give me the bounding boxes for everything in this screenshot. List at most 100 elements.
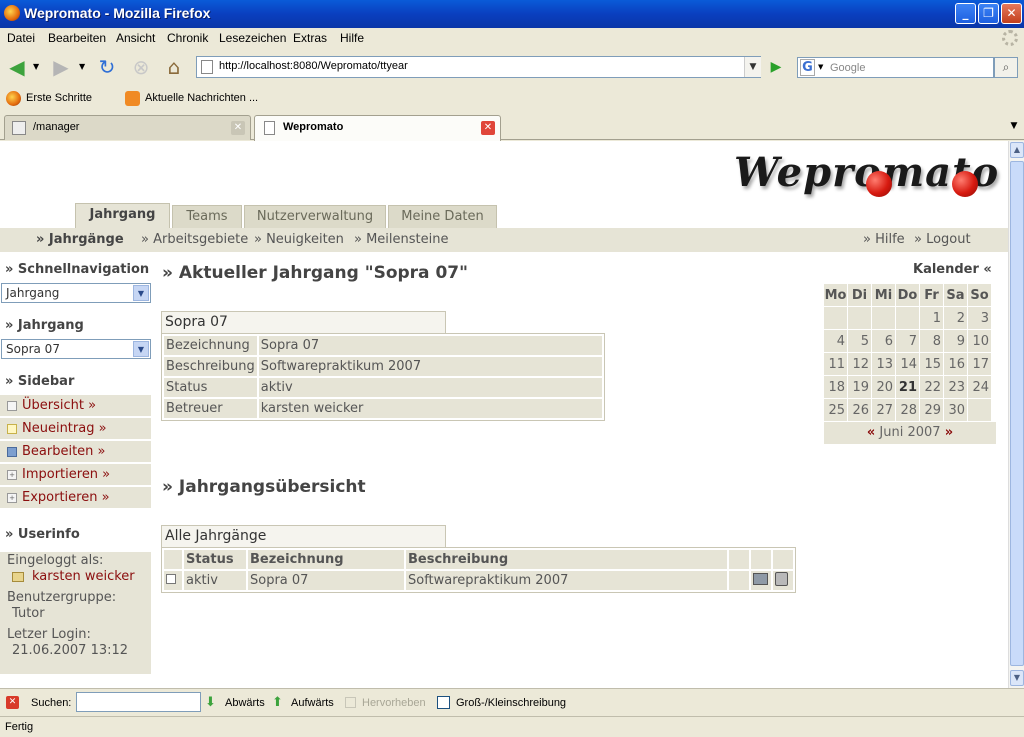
action-column-header xyxy=(773,550,793,569)
home-icon[interactable]: ⌂ xyxy=(161,54,187,80)
calendar-day: 18 xyxy=(824,376,847,398)
url-dropdown-icon[interactable]: ▼ xyxy=(744,57,761,77)
subnav-arbeitsgebiete[interactable]: » Arbeitsgebiete xyxy=(141,232,248,247)
tab-meine-daten[interactable]: Meine Daten xyxy=(388,205,497,228)
trash-icon[interactable] xyxy=(775,571,788,586)
calendar-day: 17 xyxy=(968,353,991,375)
menu-bearbeiten[interactable]: Bearbeiten xyxy=(48,31,106,45)
arrow-down-icon: ⬇ xyxy=(205,694,216,709)
menu-lesezeichen[interactable]: Lesezeichen xyxy=(219,31,286,45)
close-tab-icon[interactable]: ✕ xyxy=(481,121,495,135)
vertical-scrollbar[interactable]: ▲ ▼ xyxy=(1008,141,1024,688)
table-row: Status aktiv xyxy=(164,378,602,397)
tab-wepromato[interactable]: Wepromato ✕ xyxy=(254,115,501,141)
detail-value: Sopra 07 xyxy=(258,336,602,355)
subnav-meilensteine[interactable]: » Meilensteine xyxy=(354,232,448,247)
sidebar-item-label: Exportieren » xyxy=(22,490,110,505)
calendar-day: 12 xyxy=(848,353,871,375)
highlight-button[interactable]: Hervorheben xyxy=(362,697,426,709)
bookmark-erste-schritte[interactable]: Erste Schritte xyxy=(26,92,92,104)
calendar-day: 19 xyxy=(848,376,871,398)
sidebar-item-label: Neueintrag » xyxy=(22,421,107,436)
find-up-button[interactable]: Aufwärts xyxy=(291,697,334,709)
close-tab-icon[interactable]: ✕ xyxy=(231,121,245,135)
calendar-weekday-row: Mo Di Mi Do Fr Sa So xyxy=(824,284,991,306)
sidebar-item-exportieren[interactable]: + Exportieren » xyxy=(0,487,151,509)
forward-icon[interactable]: ▶ xyxy=(48,54,74,80)
menu-hilfe[interactable]: Hilfe xyxy=(340,31,364,45)
weekday-mi: Mi xyxy=(872,284,895,306)
jahrgang-heading: » Jahrgang xyxy=(5,318,84,333)
calendar-day: 13 xyxy=(872,353,895,375)
calendar-day: 1 xyxy=(920,307,943,329)
minimize-button[interactable]: _ xyxy=(955,3,976,24)
forward-dropdown-icon[interactable]: ▼ xyxy=(79,62,85,71)
bookmark-aktuelle-nachrichten[interactable]: Aktuelle Nachrichten ... xyxy=(145,92,258,104)
tomato-icon xyxy=(952,171,978,197)
page-icon xyxy=(12,121,26,135)
schnellnavigation-select[interactable]: Jahrgang ▼ xyxy=(1,283,151,303)
sidebar-item-neueintrag[interactable]: Neueintrag » xyxy=(0,418,151,440)
search-engine-selector[interactable]: G ▼ xyxy=(797,57,827,78)
calendar-day: 27 xyxy=(872,399,895,421)
url-text[interactable]: http://localhost:8080/Wepromato/ttyear xyxy=(219,60,408,72)
scroll-up-icon[interactable]: ▲ xyxy=(1010,142,1024,158)
sub-navigation: » Jahrgänge » Arbeitsgebiete » Neuigkeit… xyxy=(0,228,1008,252)
row-checkbox[interactable] xyxy=(166,574,176,584)
sidebar-item-uebersicht[interactable]: Übersicht » xyxy=(0,395,151,417)
subnav-jahrgaenge[interactable]: » Jahrgänge xyxy=(36,232,124,247)
menu-chronik[interactable]: Chronik xyxy=(167,31,208,45)
menu-ansicht[interactable]: Ansicht xyxy=(116,31,155,45)
edit-icon xyxy=(7,447,17,457)
tab-jahrgang[interactable]: Jahrgang xyxy=(75,203,170,228)
calendar-prev-month[interactable]: « xyxy=(867,425,875,440)
menu-datei[interactable]: Datei xyxy=(7,31,35,45)
sidebar-item-bearbeiten[interactable]: Bearbeiten » xyxy=(0,441,151,463)
jahrgang-select[interactable]: Sopra 07 ▼ xyxy=(1,339,151,359)
url-bar[interactable]: http://localhost:8080/Wepromato/ttyear xyxy=(196,56,761,78)
tab-list-icon[interactable]: ▼ xyxy=(1004,115,1024,137)
go-icon[interactable]: ▶ xyxy=(765,57,787,77)
subnav-neuigkeiten[interactable]: » Neuigkeiten xyxy=(254,232,344,247)
find-input[interactable] xyxy=(76,692,201,712)
scroll-down-icon[interactable]: ▼ xyxy=(1010,670,1024,686)
calendar-day: 20 xyxy=(872,376,895,398)
status-bar: Fertig xyxy=(0,716,1024,737)
row-name: Sopra 07 xyxy=(248,571,404,590)
tab-teams[interactable]: Teams xyxy=(172,205,242,228)
search-icon[interactable]: ⌕ xyxy=(994,57,1018,78)
tomato-icon xyxy=(866,171,892,197)
case-sensitive-checkbox[interactable] xyxy=(437,696,450,709)
action-column-header xyxy=(729,550,749,569)
reload-icon[interactable]: ↻ xyxy=(94,54,120,80)
calendar-next-month[interactable]: » xyxy=(945,425,953,440)
maximize-button[interactable]: ❐ xyxy=(978,3,999,24)
stop-icon[interactable]: ⊗ xyxy=(128,54,154,80)
schnellnavigation-value: Jahrgang xyxy=(6,286,60,300)
tab-manager[interactable]: /manager ✕ xyxy=(4,115,251,140)
open-folder-icon[interactable] xyxy=(753,572,768,585)
subnav-hilfe[interactable]: » Hilfe xyxy=(863,232,905,247)
back-dropdown-icon[interactable]: ▼ xyxy=(33,62,39,71)
all-years-box-title-text: Alle Jahrgänge xyxy=(165,528,267,544)
back-icon[interactable]: ◀ xyxy=(4,54,30,80)
close-button[interactable]: ✕ xyxy=(1001,3,1022,24)
overview-icon xyxy=(7,401,17,411)
browser-tab-strip: /manager ✕ Wepromato ✕ xyxy=(0,112,1024,141)
detail-value: karsten weicker xyxy=(258,399,602,418)
sidebar-item-importieren[interactable]: + Importieren » xyxy=(0,464,151,486)
tab-nutzerverwaltung[interactable]: Nutzerverwaltung xyxy=(244,205,386,228)
menu-extras[interactable]: Extras xyxy=(293,31,327,45)
window-title-bar[interactable]: Wepromato - Mozilla Firefox _ ❐ ✕ xyxy=(0,0,1024,28)
table-header-row: Status Bezeichnung Beschreibung xyxy=(164,550,793,569)
find-down-button[interactable]: Abwärts xyxy=(225,697,265,709)
subnav-logout[interactable]: » Logout xyxy=(914,232,971,247)
page-icon xyxy=(264,121,275,135)
years-table: Status Bezeichnung Beschreibung aktiv So… xyxy=(161,547,796,593)
calendar-week-row: 18 19 20 21 22 23 24 xyxy=(824,376,991,398)
search-input[interactable]: Google xyxy=(826,57,994,78)
scrollbar-thumb[interactable] xyxy=(1010,161,1024,666)
close-find-icon[interactable]: ✕ xyxy=(6,696,19,709)
user-name[interactable]: karsten weicker xyxy=(32,569,135,584)
year-box-title-text: Sopra 07 xyxy=(165,314,228,330)
